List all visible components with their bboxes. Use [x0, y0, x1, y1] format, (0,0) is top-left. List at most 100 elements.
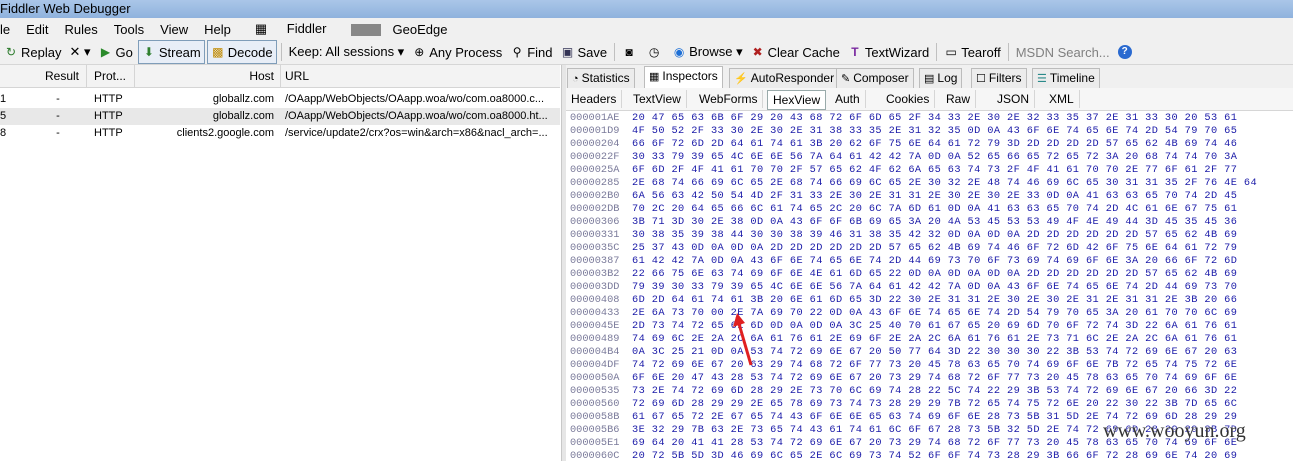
- replay-icon: ↻: [5, 45, 17, 59]
- tab-textview[interactable]: TextView: [628, 90, 687, 108]
- browse-button[interactable]: ◉ Browse ▾: [668, 41, 747, 63]
- help-button[interactable]: ?: [1114, 41, 1139, 63]
- replay-label: Replay: [21, 44, 62, 60]
- tab-log[interactable]: ▤ Log: [919, 68, 963, 88]
- column-protocol[interactable]: Prot...: [94, 65, 138, 87]
- hex-address: 00000560: [570, 398, 620, 410]
- tab-timeline[interactable]: ☰ Timeline: [1032, 68, 1100, 88]
- tab-raw[interactable]: Raw: [941, 90, 977, 108]
- hex-address: 00000408: [570, 294, 620, 306]
- column-host[interactable]: Host: [140, 65, 274, 87]
- timeline-icon: ☰: [1037, 73, 1047, 85]
- session-row[interactable]: 8 - HTTP clients2.google.com /service/up…: [0, 125, 560, 142]
- hex-line: 000002DB 70 2C 20 64 65 66 6C 61 74 65 2C…: [570, 203, 1293, 216]
- clear-cache-label: Clear Cache: [767, 44, 840, 60]
- tab-log-label: Log: [937, 71, 958, 85]
- replay-button[interactable]: ↻ Replay: [0, 41, 65, 63]
- session-url: /service/update2/crx?os=win&arch=x86&nac…: [285, 127, 548, 139]
- tab-cookies[interactable]: Cookies: [881, 90, 936, 108]
- menu-edit[interactable]: Edit: [18, 22, 56, 37]
- checkbox-icon: ☐: [976, 73, 986, 85]
- msdn-search-placeholder: MSDN Search...: [1015, 44, 1110, 60]
- column-result[interactable]: Result: [34, 65, 79, 87]
- tab-xml[interactable]: XML: [1044, 90, 1080, 108]
- remove-button[interactable]: ✕ ▾: [65, 41, 94, 63]
- menu-fiddler[interactable]: ▦ Fiddler: [239, 21, 343, 37]
- session-row[interactable]: 1 - HTTP globallz.com /OAapp/WebObjects/…: [0, 91, 560, 108]
- menu-rules[interactable]: Rules: [57, 22, 106, 37]
- decode-button[interactable]: ▩ Decode: [206, 40, 277, 64]
- save-icon: ▣: [561, 45, 574, 59]
- column-divider[interactable]: [134, 65, 135, 87]
- keep-sessions-label: Keep: All sessions ▾: [288, 44, 405, 59]
- tab-hexview[interactable]: HexView: [767, 90, 827, 110]
- lightning-icon: ⚡: [734, 73, 748, 85]
- hex-address: 000004B4: [570, 346, 620, 358]
- tab-auth[interactable]: Auth: [830, 90, 866, 108]
- session-host: globallz.com: [212, 93, 274, 105]
- find-button[interactable]: ⚲ Find: [506, 41, 556, 63]
- session-id: 1: [0, 93, 7, 105]
- binoculars-icon: ⚲: [512, 45, 522, 59]
- hex-line: 00000408 6D 2D 64 61 74 61 3B 20 6E 61 6D…: [570, 294, 1293, 307]
- session-row[interactable]: 5 - HTTP globallz.com /OAapp/WebObjects/…: [0, 108, 560, 125]
- tab-autoresponder[interactable]: ⚡ AutoResponder: [729, 68, 840, 88]
- column-url[interactable]: URL: [285, 65, 557, 87]
- help-icon: ?: [1117, 45, 1132, 59]
- textwizard-label: TextWizard: [864, 44, 930, 60]
- toolbar-separator: [614, 43, 616, 61]
- tab-statistics[interactable]: ◔ Statistics: [567, 68, 635, 88]
- column-divider[interactable]: [86, 65, 87, 87]
- hex-bytes: 72 69 6D 28 29 29 2E 65 78 69 73 74 73 2…: [632, 398, 1238, 410]
- column-divider[interactable]: [280, 65, 281, 87]
- hex-bytes: 2D 73 74 72 65 61 6D 0D 0A 0D 0A 3C 25 4…: [632, 320, 1238, 332]
- request-view-tabs: Headers TextView WebForms HexView Auth C…: [566, 88, 1293, 111]
- hex-bytes: 2E 68 74 66 69 6C 65 2E 68 74 66 69 6C 6…: [632, 177, 1258, 189]
- fiddler-icon: ▦: [254, 21, 271, 36]
- save-button[interactable]: ▣ Save: [557, 41, 612, 63]
- timer-button[interactable]: ◷: [643, 41, 668, 63]
- save-label: Save: [577, 44, 608, 60]
- go-button[interactable]: ▶ Go: [95, 41, 137, 63]
- session-protocol: HTTP: [94, 110, 123, 122]
- menu-geoedge-label: GeoEdge: [392, 21, 448, 37]
- menu-view[interactable]: View: [152, 22, 196, 37]
- hex-bytes: 73 2E 74 72 69 6D 28 29 2E 73 70 6C 69 7…: [632, 385, 1238, 397]
- clear-cache-button[interactable]: ✖ Clear Cache: [747, 41, 844, 63]
- decode-icon: ▩: [212, 45, 224, 59]
- session-id: 8: [0, 127, 7, 139]
- menu-file[interactable]: le: [0, 22, 18, 37]
- textwizard-button[interactable]: T TextWizard: [844, 41, 933, 63]
- menu-geoedge[interactable]: GeoEdge: [343, 22, 464, 37]
- menu-help[interactable]: Help: [196, 22, 239, 37]
- hex-bytes: 20 72 5B 5D 3D 46 69 6C 65 2E 6C 69 73 7…: [632, 450, 1238, 461]
- any-process-label: Any Process: [429, 44, 503, 60]
- hex-bytes: 66 6F 72 6D 2D 64 61 74 61 3B 20 62 6F 7…: [632, 138, 1238, 150]
- hex-bytes: 30 33 79 39 65 4C 6E 6E 56 7A 64 61 42 4…: [632, 151, 1238, 163]
- geoedge-icon: [350, 24, 381, 37]
- hex-address: 0000025A: [570, 164, 620, 176]
- stream-button[interactable]: ⬇ Stream: [137, 40, 205, 64]
- hex-view[interactable]: 000001AE 20 47 65 63 6B 6F 29 20 43 68 72…: [570, 112, 1293, 461]
- hex-line: 00000285 2E 68 74 66 69 6C 65 2E 68 74 66…: [570, 177, 1293, 190]
- stream-icon: ⬇: [143, 45, 154, 59]
- tab-headers[interactable]: Headers: [566, 90, 623, 108]
- hex-address: 0000035C: [570, 242, 620, 254]
- hex-address: 000005B6: [570, 424, 620, 436]
- msdn-search-input[interactable]: MSDN Search...: [1012, 41, 1114, 63]
- inspector-tabs: ◔ Statistics ▦ Inspectors ⚡ AutoResponder ✎…: [566, 65, 1293, 89]
- tab-inspectors[interactable]: ▦ Inspectors: [644, 66, 723, 89]
- menu-tools[interactable]: Tools: [106, 22, 152, 37]
- hex-address: 000003B2: [570, 268, 620, 280]
- hex-bytes: 74 72 69 6E 67 20 63 29 74 68 72 6F 77 7…: [632, 359, 1238, 371]
- tab-json[interactable]: JSON: [992, 90, 1036, 108]
- tearoff-button[interactable]: ▭ Tearoff: [940, 41, 1005, 63]
- tab-filters[interactable]: ☐ Filters: [971, 68, 1027, 88]
- statistics-icon: ◔: [572, 73, 579, 85]
- screenshot-button[interactable]: ◙: [618, 41, 643, 63]
- tab-composer[interactable]: ✎ Composer: [836, 68, 914, 88]
- keep-sessions-dropdown[interactable]: Keep: All sessions ▾: [285, 41, 409, 63]
- tab-webforms[interactable]: WebForms: [694, 90, 764, 108]
- inspectors-icon: ▦: [649, 71, 660, 83]
- any-process-button[interactable]: ⊕ Any Process: [408, 41, 506, 63]
